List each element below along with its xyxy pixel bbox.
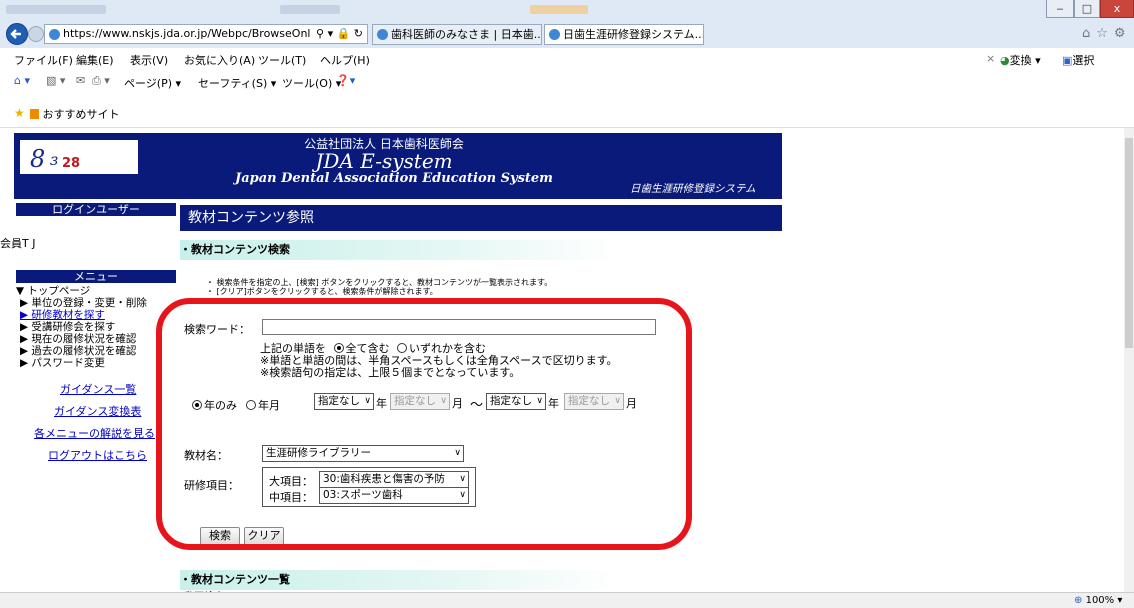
tab-jda-system[interactable]: 日歯生涯研修登録システム... (544, 24, 704, 45)
zoom-icon: ⊕ (1074, 595, 1083, 606)
suggested-sites-link[interactable]: おすすめサイト (30, 106, 120, 122)
menu-view[interactable]: 表示(V) (130, 52, 168, 68)
home-icon[interactable]: ⌂ ▾ (14, 74, 30, 87)
menu-help-link[interactable]: 各メニューの解説を見る (34, 425, 155, 441)
convert-icon: ◕ (1000, 54, 1010, 67)
convert-button[interactable]: ◕変換 ▾ (1000, 52, 1041, 68)
favorites-bar: ★ おすすめサイト (0, 94, 1134, 128)
search-note-2: ・ [クリア]ボタンをクリックすると、検索条件が解除されます。 (206, 287, 438, 296)
ie-tab-icon (377, 29, 388, 40)
logo-graphic: 8 ɜ 28 (30, 145, 80, 173)
search-section-header: ・教材コンテンツ検索 (180, 240, 620, 260)
system-subtitle: Japan Dental Association Education Syste… (235, 171, 553, 186)
logout-link[interactable]: ログアウトはこちら (48, 447, 147, 463)
page-title: 教材コンテンツ参照 (180, 205, 782, 231)
login-user-name: 会員T J (0, 237, 36, 250)
home-star-gear-icons[interactable]: ⌂☆⚙ (1082, 26, 1132, 41)
chevron-down-icon: ▾ (1117, 595, 1123, 606)
command-bar: ⌂ ▾ ▧ ▾ ✉ ⎙ ▾ ページ(P) ▾ セーフティ(S) ▾ ツール(O)… (0, 70, 1134, 94)
menu-bar: ファイル(F) 編集(E) 表示(V) お気に入り(A) ツール(T) ヘルプ(… (0, 48, 1134, 70)
menu-edit[interactable]: 編集(E) (76, 52, 114, 68)
close-bar-icon[interactable]: × (986, 52, 995, 65)
maximize-button[interactable]: □ (1074, 0, 1100, 18)
guidance-table-link[interactable]: ガイダンス変換表 (54, 403, 141, 419)
system-name: JDA E-system (315, 149, 453, 173)
menu-tools[interactable]: ツール(T) (258, 52, 306, 68)
list-section-header: ・教材コンテンツ一覧 (180, 570, 620, 590)
login-user-header: ログインユーザー (16, 203, 176, 216)
select-icon: ▣ (1062, 54, 1073, 67)
search-refresh-icons[interactable]: ⚲ ▾ 🔒 ↻ (313, 25, 363, 43)
forward-button[interactable] (28, 26, 44, 42)
address-row: https://www.nskjs.jda.or.jp/Webpc/Browse… (0, 20, 1134, 48)
zoom-control[interactable]: ⊕ 100% ▾ (1074, 595, 1122, 606)
svg-text:8: 8 (30, 145, 45, 173)
status-bar: ⊕ 100% ▾ (0, 592, 1134, 608)
guidance-list-link[interactable]: ガイダンス一覧 (60, 381, 136, 397)
select-button[interactable]: ▣選択 (1062, 52, 1094, 68)
svg-text:28: 28 (62, 156, 80, 171)
highlight-frame (156, 298, 692, 550)
menu-favorites[interactable]: お気に入り(A) (184, 52, 255, 68)
safety-menu[interactable]: セーフティ(S) ▾ (198, 75, 276, 91)
sidebar-item-password[interactable]: ▶ パスワード変更 (20, 355, 105, 370)
mail-icon[interactable]: ✉ (76, 74, 85, 87)
address-bar[interactable]: https://www.nskjs.jda.or.jp/Webpc/Browse… (44, 24, 368, 44)
tools-menu[interactable]: ツール(O) ▾ (282, 75, 341, 91)
back-arrow-icon (10, 29, 21, 39)
svg-text:ɜ: ɜ (50, 150, 58, 169)
vertical-scrollbar[interactable] (1124, 128, 1134, 592)
url-text: https://www.nskjs.jda.or.jp/Webpc/Browse… (63, 27, 311, 40)
tab-jda-dentists[interactable]: 歯科医師のみなさま | 日本歯... (372, 24, 542, 45)
banner-system-label: 日歯生涯研修登録システム (630, 183, 756, 195)
menu-help[interactable]: ヘルプ(H) (320, 52, 370, 68)
window-title-bar: ‒ □ x (0, 0, 1134, 20)
close-window-button[interactable]: x (1100, 0, 1134, 18)
back-button[interactable] (6, 23, 28, 45)
feeds-icon[interactable]: ▧ ▾ (46, 74, 65, 87)
scroll-thumb[interactable] (1125, 138, 1133, 348)
menu-header: メニュー (16, 270, 176, 283)
ie-page-icon (49, 29, 60, 40)
suggested-sites-icon (30, 109, 39, 119)
site-banner: 8 ɜ 28 公益社団法人 日本歯科医師会 JDA E-system Japan… (14, 133, 782, 199)
page-menu[interactable]: ページ(P) ▾ (124, 75, 181, 91)
help-icon[interactable]: ❓▾ (336, 74, 355, 87)
ie-tab-icon (549, 29, 560, 40)
menu-file[interactable]: ファイル(F) (14, 52, 73, 68)
jda-logo: 8 ɜ 28 (20, 140, 138, 174)
minimize-button[interactable]: ‒ (1046, 0, 1074, 18)
favorites-star-icon[interactable]: ★ (14, 106, 25, 120)
search-note-1: ・ 検索条件を指定の上、[検索] ボタンをクリックすると、教材コンテンツが一覧表… (206, 278, 553, 287)
print-icon[interactable]: ⎙ ▾ (92, 74, 110, 88)
